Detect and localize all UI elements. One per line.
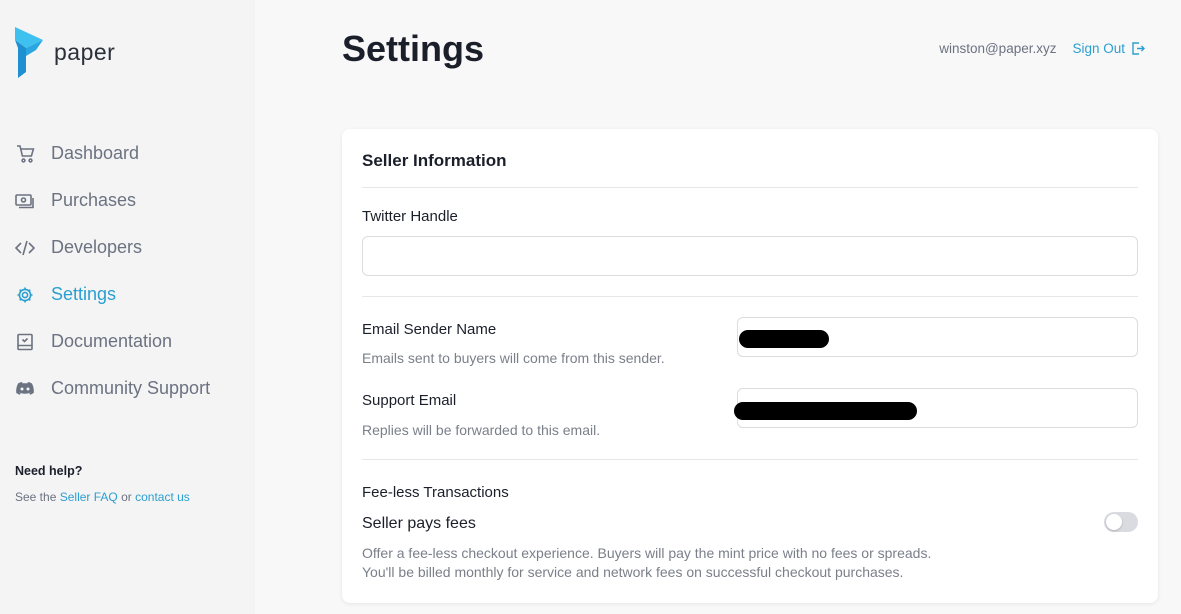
help-text: See the Seller FAQ or contact us [15, 490, 190, 504]
seller-pays-fees-label: Seller pays fees [362, 515, 476, 532]
sidebar-item-developers[interactable]: Developers [0, 224, 255, 271]
contact-us-link[interactable]: contact us [135, 490, 190, 504]
sign-out-icon [1132, 42, 1145, 55]
feeless-hint-line-2: You'll be billed monthly for service and… [362, 564, 904, 580]
code-icon [15, 238, 35, 258]
help-section: Need help? See the Seller FAQ or contact… [15, 464, 190, 504]
brand-name: paper [54, 38, 116, 65]
sidebar-item-community-support[interactable]: Community Support [0, 365, 255, 412]
sidebar-item-settings[interactable]: Settings [0, 271, 255, 318]
help-or: or [121, 490, 132, 504]
seller-information-card: Seller Information Twitter Handle Email … [342, 129, 1158, 603]
seller-faq-link[interactable]: Seller FAQ [60, 490, 118, 504]
sidebar-item-label: Community Support [51, 378, 211, 398]
twitter-handle-label: Twitter Handle [362, 208, 458, 225]
seller-pays-fees-toggle[interactable] [1104, 512, 1138, 532]
gear-icon [15, 285, 35, 305]
twitter-handle-input[interactable] [362, 236, 1138, 276]
redaction-mark [739, 330, 829, 348]
card-title: Seller Information [362, 151, 507, 170]
account-email: winston@paper.xyz [939, 41, 1057, 56]
support-email-label: Support Email [362, 392, 457, 409]
sidebar-item-label: Settings [51, 284, 117, 304]
support-email-hint: Replies will be forwarded to this email. [362, 422, 601, 438]
sign-out-label: Sign Out [1072, 41, 1125, 56]
logo[interactable]: paper [14, 26, 115, 78]
feeless-transactions-label: Fee-less Transactions [362, 484, 509, 501]
email-sender-name-hint: Emails sent to buyers will come from thi… [362, 350, 665, 366]
cart-icon [15, 144, 35, 164]
sign-out-button[interactable]: Sign Out [1072, 41, 1145, 56]
divider [362, 459, 1138, 460]
divider [362, 296, 1138, 297]
sidebar-item-dashboard[interactable]: Dashboard [0, 130, 255, 177]
book-icon [15, 332, 35, 352]
sidebar-item-purchases[interactable]: Purchases [0, 177, 255, 224]
sidebar-item-label: Dashboard [51, 143, 140, 163]
redaction-mark [734, 402, 917, 420]
sidebar-item-label: Purchases [51, 190, 137, 210]
divider [362, 187, 1138, 188]
account-bar: winston@paper.xyz Sign Out [939, 41, 1145, 56]
discord-icon [15, 379, 35, 399]
help-title: Need help? [15, 464, 83, 478]
sidebar-item-label: Documentation [51, 331, 173, 351]
sidebar-item-documentation[interactable]: Documentation [0, 318, 255, 365]
sidebar-item-label: Developers [51, 237, 143, 257]
sidebar: paper Dashboard Purchases Developers Set… [0, 0, 255, 614]
help-prefix: See the [15, 490, 57, 504]
toggle-knob [1106, 514, 1122, 530]
cash-icon [15, 191, 35, 211]
paper-logo-icon [15, 27, 43, 78]
page-title: Settings [342, 28, 485, 69]
sidebar-nav: Dashboard Purchases Developers Settings … [0, 130, 255, 412]
feeless-hint-line-1: Offer a fee-less checkout experience. Bu… [362, 545, 932, 561]
email-sender-name-label: Email Sender Name [362, 321, 497, 338]
